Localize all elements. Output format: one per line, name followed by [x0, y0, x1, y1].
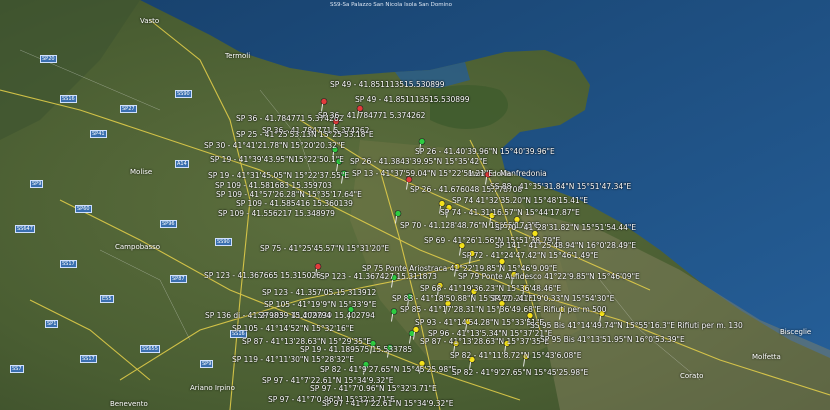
town-label-termoli: Termoli — [225, 52, 251, 60]
placemark-label[interactable]: SP 70 - 41°28'31.82"N 15°51'54.44"E — [495, 224, 636, 232]
placemark-label[interactable]: SP 19 - 41°31'45.05"N 15°22'37.55"E — [208, 172, 349, 180]
placemark-label[interactable]: SP 74 41°32'35.20"N 15°48'15.41"E — [452, 197, 588, 205]
placemark-label[interactable]: SP 19 - 41.189575 15.533785 — [300, 346, 412, 354]
placemark-label[interactable]: SP 141 - 41°25'48.94"N 16°0'28.49"E — [495, 242, 636, 250]
placemark-label[interactable]: SP 26 - 41.40'39.96"N 15°40'39.96"E — [415, 148, 555, 156]
road-shield: SS7 — [10, 365, 24, 373]
placemark-label[interactable]: SP 109 - 41.556217 15.348979 — [218, 210, 335, 218]
placemark-label[interactable]: SP 19 - 41°39'43.95"N15°22'50.1"E — [210, 156, 344, 164]
placemark-label[interactable]: SP 82 - 41°9'27.65"N 15°45'25.98"E — [320, 366, 456, 374]
green-pushpin-icon[interactable] — [390, 308, 398, 322]
satellite-basemap — [0, 0, 830, 410]
placemark-label[interactable]: SP 85 - 41°17'28.31"N 15°36'49.68"E Rifi… — [400, 306, 606, 314]
road-shield: SP27 — [120, 105, 137, 113]
road-shield: E55 — [100, 295, 114, 303]
placemark-label[interactable]: SP 105 - 41°19'9"N 15°33'9"E — [264, 301, 376, 309]
placemark-label[interactable]: SP 105 - 41°14'52"N 15°32'16"E — [232, 325, 354, 333]
placemark-label[interactable]: SP 97 - 41°7'22.61"N 15°34'9.32"E — [322, 400, 454, 408]
placemark-label[interactable]: SS 88 - 41°35'31.84"N 15°51'47.34"E — [490, 183, 631, 191]
road-shield: SS647 — [15, 225, 35, 233]
town-label-corato: Corato — [680, 372, 704, 380]
town-label-benevento: Benevento — [110, 400, 148, 408]
placemark-label[interactable]: SP 26 - 41.3843'39.95"N 15°35'42"E — [350, 158, 487, 166]
placemark-label[interactable]: SP 36 - 41.784771 5.374262 — [318, 112, 425, 120]
road-shield: SS17 — [80, 355, 97, 363]
town-label-campobasso: Campobasso — [115, 243, 161, 251]
road-shield: SP41 — [90, 130, 107, 138]
placemark-label[interactable]: SP 49 - 41.851113515.530899 — [355, 96, 470, 104]
town-label-ariano: Ariano Irpino — [190, 384, 235, 392]
road-shield: SS16 — [60, 95, 77, 103]
placemark-label[interactable]: SP 74 - 41.31'16.57"N 15°44'17.87"E — [440, 209, 580, 217]
road-shield: SP9 — [200, 360, 214, 368]
yellow-pushpin-icon[interactable] — [412, 326, 420, 340]
road-shield: SP9 — [30, 180, 44, 188]
road-shield: SP1 — [45, 320, 59, 328]
road-shield: SP60 — [75, 205, 92, 213]
road-shield: A14 — [175, 160, 189, 168]
placemark-label[interactable]: SP 123 - 41.357'05.15 313912 — [262, 289, 376, 297]
placemark-label[interactable]: SP 25 - 41°25'53.13N 15°25'53.18"E — [236, 131, 374, 139]
placemark-label[interactable]: Manfredonia — [500, 170, 547, 178]
placemark-label[interactable]: SP 93 - 41°14'54.28"N 15°33'51"E — [415, 319, 544, 327]
placemark-label[interactable]: SP 79 Ponte Aufidesco 41°22'9.85"N 15°46… — [458, 273, 640, 281]
placemark-label[interactable]: SP 97 - 41°7'0.96"N 15°32'3.71"E — [310, 385, 437, 393]
road-shield: SS17 — [60, 260, 77, 268]
placemark-label[interactable]: SP 87 - 41°13'28.63"N 15°37'35"E — [420, 338, 549, 346]
placemark-label[interactable]: SP 109 - 41.581683 15.359703 — [215, 182, 332, 190]
placemark-label[interactable]: SP 95 Bis 41°13'51.95"N 16°0'53.39"E — [540, 336, 685, 344]
road-shield: SP96 — [160, 220, 177, 228]
red-pushpin-icon[interactable] — [320, 98, 328, 112]
town-label-vasto: Vasto — [140, 17, 160, 25]
placemark-label[interactable]: SP 109 - 41.585416 15.360139 — [236, 200, 353, 208]
placemark-label[interactable]: SP 82 - 41°11'8.72"N 15°43'6.08"E — [450, 352, 582, 360]
road-shield: SS655 — [140, 345, 160, 353]
map-view[interactable]: SS9-Sa Palazzo San Nicola Isola San Domi… — [0, 0, 830, 410]
road-shield: SS90 — [175, 90, 192, 98]
placemark-label[interactable]: SP 123 - 41.367665 15.315026 — [204, 272, 321, 280]
road-shield: SP87 — [170, 275, 187, 283]
placemark-label[interactable]: SP 30 - 41°41'21.78"N 15°20'20.32"E — [204, 142, 345, 150]
top-caption: SS9-Sa Palazzo San Nicola Isola San Domi… — [330, 2, 453, 8]
placemark-label[interactable]: SP 77 - 41°19'0.33"N 15°54'30"E — [490, 295, 614, 303]
placemark-label[interactable]: SP 136 di - 41.279839 15.402794 — [205, 312, 331, 320]
placemark-label[interactable]: SP 13 - 41°37'59.04"N 15°22'51.21"E — [352, 170, 493, 178]
placemark-label[interactable]: SS 95 Bis 41°14'49.74"N 15°55'16.3"E Rif… — [530, 322, 743, 330]
town-label-bisceglie: Bisceglie — [780, 328, 812, 336]
town-label-molfetta: Molfetta — [752, 353, 781, 361]
placemark-label[interactable]: SP 123 - 41.367427 15.311873 — [320, 273, 437, 281]
placemark-label[interactable]: SP 49 - 41.851113515.530899 — [330, 81, 445, 89]
placemark-label[interactable]: SP 72 - 41°24'47.42"N 15°46'1.49"E — [462, 252, 598, 260]
placemark-label[interactable]: SP 109 - 41°57'26.28"N 15°35'17.64"E — [216, 191, 362, 199]
placemark-label[interactable]: SP 68 - 41°19'36.23"N 15°36'48.46"E — [420, 285, 561, 293]
road-shield: SS90 — [215, 238, 232, 246]
placemark-label[interactable]: SP 119 - 41°11'30"N 15°28'32"E — [232, 356, 354, 364]
placemark-label[interactable]: SP 75 - 41°25'45.57"N 15°31'20"E — [260, 245, 389, 253]
placemark-label[interactable]: SP 82 - 41°9'27.65"N 15°45'25.98"E — [452, 369, 588, 377]
road-shield: SP20 — [40, 55, 57, 63]
town-label-molise: Molise — [130, 168, 153, 176]
